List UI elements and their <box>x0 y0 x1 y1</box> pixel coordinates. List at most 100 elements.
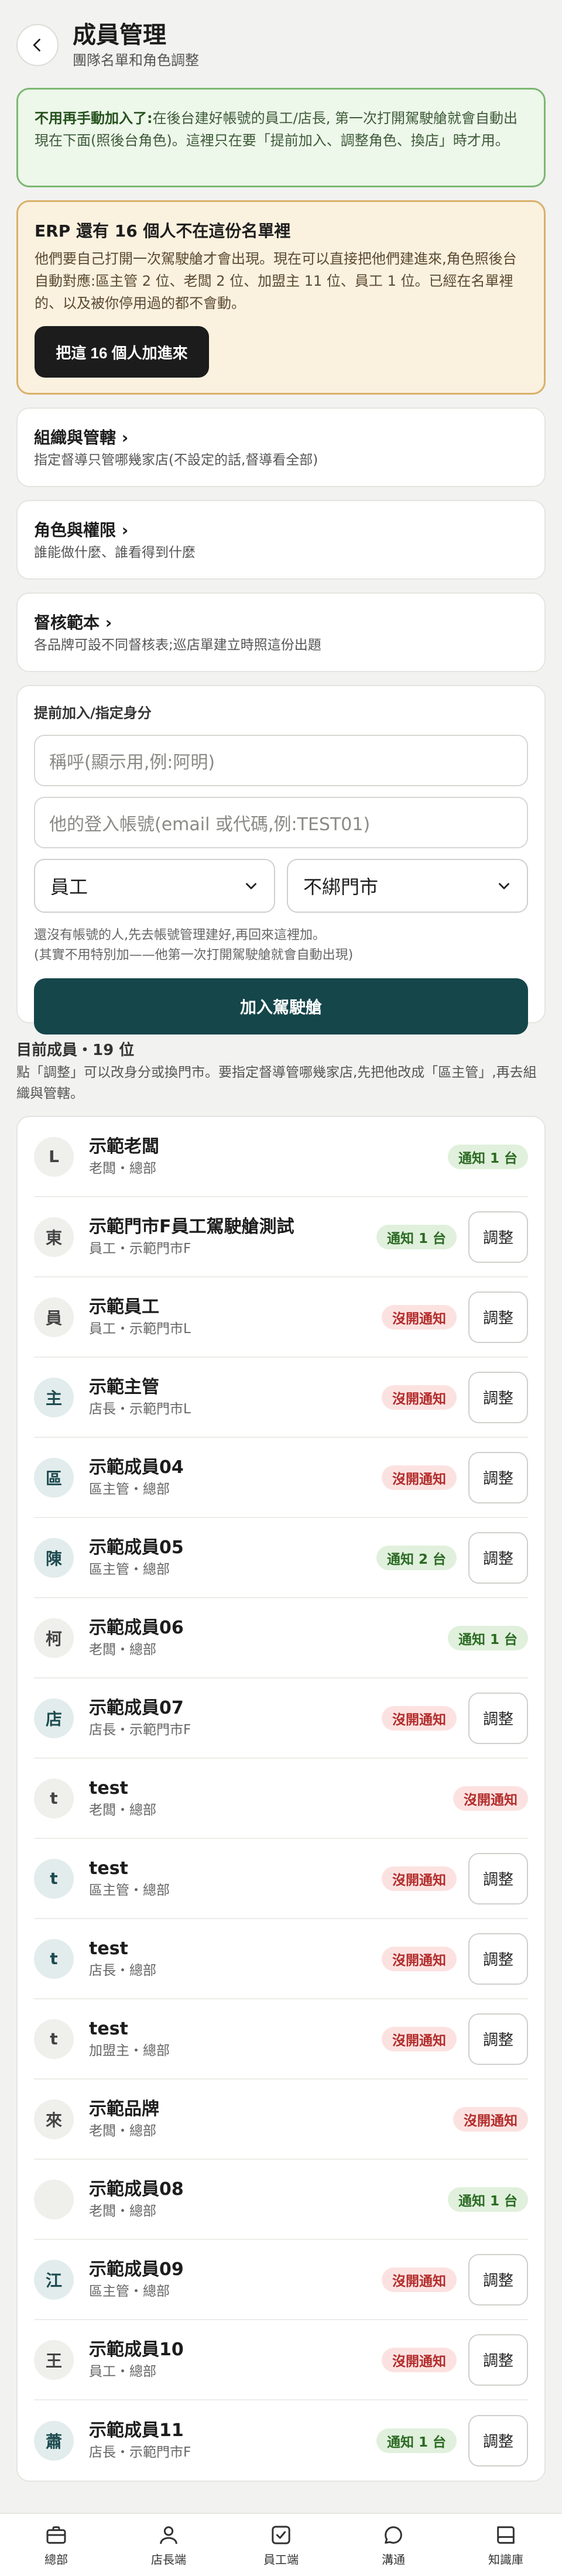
nav-item-hq[interactable]: 總部 <box>9 2523 103 2567</box>
chat-bubble-icon <box>385 2526 402 2544</box>
adjust-button[interactable]: 調整 <box>468 2414 528 2467</box>
erp-notice: ERP 還有 16 個人不在這份名單裡 他們要自己打開一次駕駛艙才會出現。現在可… <box>16 200 546 395</box>
notification-status-badge: 沒開通知 <box>453 2106 528 2132</box>
notification-status-badge: 沒開通知 <box>382 1705 457 1731</box>
member-row: t test 老闆・總部 沒開通知 <box>34 1759 528 1839</box>
store-select-value: 不綁門市 <box>303 876 379 898</box>
member-info: 示範成員10 員工・總部 <box>89 2338 382 2382</box>
member-name: 示範主管 <box>89 1376 159 1397</box>
members-desc: 點「調整」可以改身分或換門市。要指定督導管哪幾家店,先把他改成「區主管」,再去組… <box>16 1065 537 1101</box>
form-label: 提前加入/指定身分 <box>34 705 152 721</box>
section-org[interactable]: 組織與管轄 › 指定督導只管哪幾家店(不設定的話,督導看全部) <box>16 407 546 487</box>
chevron-down-icon <box>499 883 509 889</box>
member-role: 店長・示範門市F <box>89 2444 191 2460</box>
avatar: L <box>34 1136 74 1177</box>
avatar: 來 <box>34 2099 74 2139</box>
member-name: 示範成員11 <box>89 2420 184 2441</box>
nav-label: 溝通 <box>382 2552 405 2567</box>
member-info: 示範門市F員工駕駛艙測試 員工・示範門市F <box>89 1215 376 1259</box>
member-role: 員工・總部 <box>89 2363 156 2379</box>
member-info: 示範成員09 區主管・總部 <box>89 2258 382 2301</box>
nav-item-staff[interactable]: 員工端 <box>234 2523 328 2567</box>
member-role: 加盟主・總部 <box>89 2043 170 2058</box>
add-to-cockpit-button[interactable]: 加入駕駛艙 <box>34 978 528 1034</box>
account-input[interactable]: 他的登入帳號(email 或代碼,例:TEST01) <box>34 797 528 848</box>
notification-status-badge: 沒開通知 <box>382 1385 457 1410</box>
member-info: 示範品牌 老闆・總部 <box>89 2098 453 2141</box>
member-row: L 示範老闆 老闆・總部 通知 1 台 <box>34 1117 528 1197</box>
nickname-input[interactable]: 稱呼(顯示用,例:阿明) <box>34 735 528 786</box>
member-info: 示範成員11 店長・示範門市F <box>89 2419 376 2462</box>
adjust-button[interactable]: 調整 <box>468 1451 528 1503</box>
adjust-button[interactable]: 調整 <box>468 1852 528 1904</box>
book-icon <box>497 2526 515 2544</box>
member-name: 示範成員07 <box>89 1697 184 1718</box>
role-select-value: 員工 <box>50 876 88 898</box>
store-select[interactable]: 不綁門市 <box>287 859 528 913</box>
chevron-down-icon <box>246 883 256 889</box>
bottom-nav: 總部 店長端 員工端 溝通 知識庫 <box>0 2513 562 2576</box>
nav-label: 知識庫 <box>488 2552 523 2567</box>
member-name: 示範員工 <box>89 1296 159 1317</box>
section-audit-templates[interactable]: 督核範本 › 各品牌可設不同督核表;巡店單建立時照這份出題 <box>16 592 546 672</box>
member-name: test <box>89 1858 128 1879</box>
member-name: test <box>89 1777 128 1799</box>
form-hint: 還沒有帳號的人,先去帳號管理建好,再回來這裡加。 (其實不用特別加——他第一次打… <box>34 926 528 965</box>
member-role: 店長・總部 <box>89 1962 156 1978</box>
member-row: t test 區主管・總部 沒開通知 調整 <box>34 1839 528 1919</box>
role-select[interactable]: 員工 <box>34 859 275 913</box>
member-name: test <box>89 1938 128 1959</box>
avatar: t <box>34 1778 74 1818</box>
chevron-left-icon <box>33 39 40 52</box>
member-name: 示範成員05 <box>89 1537 184 1558</box>
adjust-button[interactable]: 調整 <box>468 1291 528 1343</box>
adjust-button[interactable]: 調整 <box>468 1933 528 1985</box>
avatar: 區 <box>34 1457 74 1498</box>
adjust-button[interactable]: 調整 <box>468 2013 528 2065</box>
adjust-button[interactable]: 調整 <box>468 1211 528 1263</box>
member-name: 示範成員09 <box>89 2259 184 2280</box>
member-role: 區主管・總部 <box>89 2283 170 2299</box>
member-role: 老闆・總部 <box>89 2203 156 2219</box>
section-roles[interactable]: 角色與權限 › 誰能做什麼、誰看得到什麼 <box>16 500 546 580</box>
adjust-button[interactable]: 調整 <box>468 2334 528 2386</box>
section-title: 督核範本 › <box>34 613 112 632</box>
adjust-button[interactable]: 調整 <box>468 1532 528 1584</box>
form-hint-line1: 還沒有帳號的人,先去帳號管理建好,再回來這裡加。 <box>34 928 325 943</box>
member-name: 示範門市F員工駕駛艙測試 <box>89 1216 294 1237</box>
member-info: 示範主管 店長・示範門市L <box>89 1376 382 1419</box>
nav-item-knowledge[interactable]: 知識庫 <box>459 2523 553 2567</box>
avatar: 蕭 <box>34 2420 74 2461</box>
add-member-form: 提前加入/指定身分 稱呼(顯示用,例:阿明) 他的登入帳號(email 或代碼,… <box>16 685 546 1034</box>
member-row: 主示範主管 店長・示範門市L 沒開通知 調整 <box>34 1358 528 1438</box>
notification-status-badge: 通知 1 台 <box>447 1625 528 1650</box>
adjust-button[interactable]: 調整 <box>468 1692 528 1744</box>
notification-status-badge: 沒開通知 <box>453 1786 528 1811</box>
member-row: t test 店長・總部 沒開通知 調整 <box>34 1919 528 1999</box>
member-role: 區主管・總部 <box>89 1882 170 1898</box>
member-name: 示範成員04 <box>89 1457 184 1478</box>
notification-status-badge: 通知 1 台 <box>376 1224 457 1249</box>
page: 成員管理 團隊名單和角色調整 不用再手動加入了:在後台建好帳號的員工/店長, 第… <box>0 0 562 2482</box>
avatar: 柯 <box>34 1618 74 1658</box>
avatar: 店 <box>34 1698 74 1738</box>
member-name: 示範成員08 <box>89 2178 184 2200</box>
member-name: 示範成員06 <box>89 1617 184 1638</box>
adjust-button[interactable]: 調整 <box>468 2253 528 2306</box>
member-row: 東示範門市F員工駕駛艙測試 員工・示範門市F 通知 1 台調整 <box>34 1197 528 1277</box>
erp-body: 他們要自己打開一次駕駛艙才會出現。現在可以直接把他們建進來,角色照後台自動對應:… <box>35 251 517 311</box>
section-desc: 各品牌可設不同督核表;巡店單建立時照這份出題 <box>34 638 321 653</box>
member-row: 來示範品牌 老闆・總部 沒開通知 <box>34 2080 528 2160</box>
notification-status-badge: 沒開通知 <box>382 2267 457 2292</box>
notification-status-badge: 沒開通知 <box>382 1866 457 1891</box>
avatar <box>34 2179 74 2219</box>
add-erp-members-button[interactable]: 把這 16 個人加進來 <box>35 326 209 378</box>
back-button[interactable] <box>16 24 59 66</box>
member-role: 老闆・總部 <box>89 2123 156 2139</box>
nav-item-chat[interactable]: 溝通 <box>347 2523 440 2567</box>
adjust-button[interactable]: 調整 <box>468 1371 528 1423</box>
member-role: 員工・示範門市L <box>89 1321 191 1337</box>
nav-item-manager[interactable]: 店長端 <box>122 2523 215 2567</box>
member-info: test 區主管・總部 <box>89 1857 382 1900</box>
form-hint-line2: (其實不用特別加——他第一次打開駕駛艙就會自動出現) <box>34 948 354 962</box>
